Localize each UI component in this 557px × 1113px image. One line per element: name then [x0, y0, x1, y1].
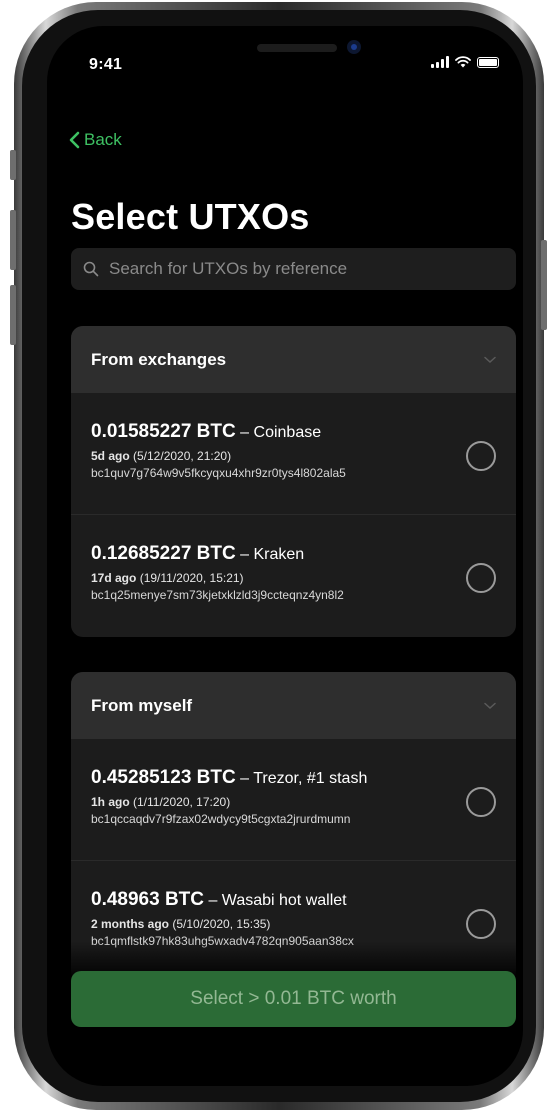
- utxo-select-radio[interactable]: [466, 909, 496, 939]
- utxo-age: 1h ago: [91, 795, 130, 809]
- utxo-title: 0.01585227 BTC – Coinbase: [91, 421, 496, 443]
- group-header[interactable]: From myself: [71, 672, 516, 739]
- search-bar[interactable]: [71, 248, 516, 290]
- utxo-meta: 1h ago (1/11/2020, 17:20): [91, 795, 496, 809]
- group-title: From myself: [91, 695, 193, 715]
- utxo-source: – Coinbase: [235, 424, 322, 441]
- chevron-down-icon[interactable]: [484, 702, 496, 710]
- chevron-down-icon[interactable]: [484, 356, 496, 364]
- wifi-icon: [455, 56, 471, 68]
- utxo-item[interactable]: 0.45285123 BTC – Trezor, #1 stash 1h ago…: [71, 739, 516, 861]
- utxo-source: – Trezor, #1 stash: [235, 770, 368, 787]
- cellular-signal-icon: [431, 56, 449, 68]
- utxo-age: 17d ago: [91, 571, 137, 585]
- page-title: Select UTXOs: [71, 196, 310, 237]
- utxo-item[interactable]: 0.01585227 BTC – Coinbase 5d ago (5/12/2…: [71, 393, 516, 515]
- utxo-group-exchanges: From exchanges 0.01585227 BTC – Coinbase…: [71, 326, 516, 637]
- select-utxos-button[interactable]: Select > 0.01 BTC worth: [71, 971, 516, 1027]
- speaker-grille: [257, 44, 337, 52]
- utxo-date: (1/11/2020, 17:20): [129, 795, 231, 809]
- utxo-select-radio[interactable]: [466, 441, 496, 471]
- utxo-item[interactable]: 0.12685227 BTC – Kraken 17d ago (19/11/2…: [71, 515, 516, 637]
- back-button[interactable]: Back: [69, 130, 122, 150]
- back-label: Back: [84, 130, 122, 149]
- utxo-source: – Wasabi hot wallet: [204, 892, 347, 909]
- search-icon: [83, 261, 99, 277]
- front-camera-icon: [347, 40, 361, 54]
- utxo-meta: 5d ago (5/12/2020, 21:20): [91, 449, 496, 463]
- utxo-title: 0.45285123 BTC – Trezor, #1 stash: [91, 767, 496, 789]
- utxo-date: (5/12/2020, 21:20): [129, 449, 232, 463]
- utxo-select-radio[interactable]: [466, 563, 496, 593]
- battery-icon: [477, 56, 499, 68]
- power-button: [541, 240, 547, 330]
- chevron-left-icon: [69, 131, 80, 149]
- utxo-address: bc1qccaqdv7r9fzax02wdycy9t5cgxta2jrurdmu…: [91, 812, 351, 826]
- utxo-amount: 0.12685227 BTC: [91, 543, 236, 564]
- utxo-meta: 17d ago (19/11/2020, 15:21): [91, 571, 496, 585]
- utxo-address: bc1q25menye7sm73kjetxklzld3j9ccteqnz4yn8…: [91, 588, 344, 602]
- group-header[interactable]: From exchanges: [71, 326, 516, 393]
- utxo-address: bc1quv7g764w9v5fkcyqxu4xhr9zr0tys4l802al…: [91, 466, 346, 480]
- utxo-amount: 0.48963 BTC: [91, 889, 205, 910]
- status-time: 9:41: [89, 56, 123, 73]
- utxo-meta: 2 months ago (5/10/2020, 15:35): [91, 917, 496, 931]
- utxo-age: 2 months ago: [91, 917, 170, 931]
- utxo-source: – Kraken: [235, 546, 305, 563]
- utxo-date: (19/11/2020, 15:21): [136, 571, 244, 585]
- utxo-amount: 0.01585227 BTC: [91, 421, 236, 442]
- utxo-select-radio[interactable]: [466, 787, 496, 817]
- status-icons: [431, 56, 499, 68]
- utxo-amount: 0.45285123 BTC: [91, 767, 236, 788]
- phone-screen: 9:41 Back Select UTXOs From exchanges: [47, 26, 523, 1086]
- search-input[interactable]: [107, 258, 491, 280]
- utxo-title: 0.12685227 BTC – Kraken: [91, 543, 496, 565]
- utxo-title: 0.48963 BTC – Wasabi hot wallet: [91, 889, 496, 911]
- utxo-age: 5d ago: [91, 449, 130, 463]
- group-title: From exchanges: [91, 349, 227, 369]
- mute-switch: [10, 150, 16, 180]
- volume-up-button: [10, 210, 16, 270]
- utxo-date: (5/10/2020, 15:35): [169, 917, 271, 931]
- volume-down-button: [10, 285, 16, 345]
- utxo-group-myself: From myself 0.45285123 BTC – Trezor, #1 …: [71, 672, 516, 983]
